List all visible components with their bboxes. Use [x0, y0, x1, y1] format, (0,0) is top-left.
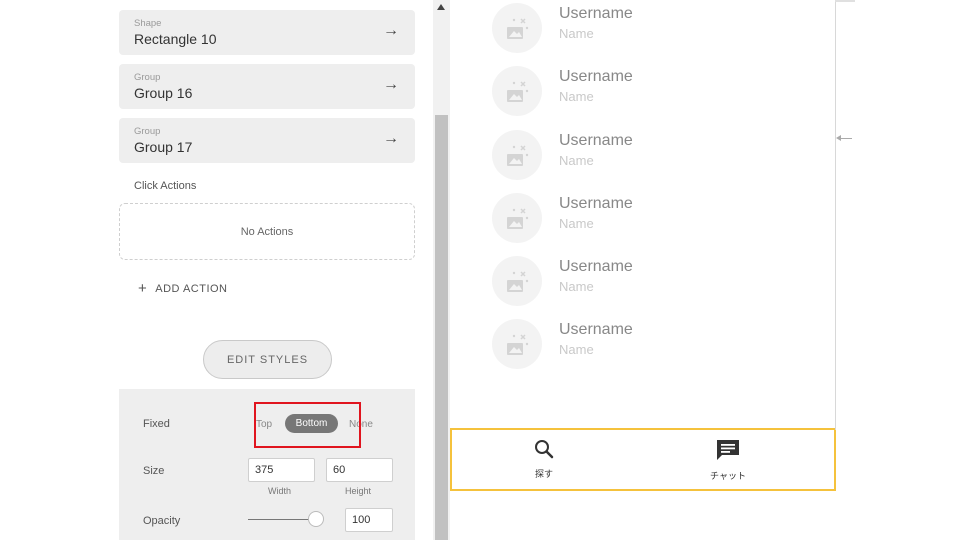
layer-card-group-17[interactable]: Group Group 17 →	[119, 118, 415, 163]
list-item[interactable]: Username Name	[492, 256, 772, 308]
broken-image-icon	[507, 81, 529, 102]
tab-search[interactable]: 探す	[514, 438, 574, 480]
scroll-up-arrow-icon[interactable]	[437, 4, 445, 10]
avatar	[492, 3, 542, 53]
app-root: Shape Rectangle 10 → Group Group 16 → Gr…	[0, 0, 960, 540]
broken-image-icon	[507, 145, 529, 166]
avatar	[492, 256, 542, 306]
size-label: Size	[143, 465, 165, 477]
arrow-right-icon[interactable]: →	[383, 22, 399, 40]
layer-name: Rectangle 10	[134, 31, 217, 47]
width-input[interactable]: 375	[248, 458, 315, 482]
click-actions-label: Click Actions	[134, 180, 197, 192]
chat-icon	[717, 440, 739, 460]
layer-kind: Shape	[134, 18, 162, 29]
tab-chat[interactable]: チャット	[698, 438, 758, 482]
username: Username	[559, 68, 633, 85]
layer-card-rectangle-10[interactable]: Shape Rectangle 10 →	[119, 10, 415, 55]
height-label: Height	[345, 486, 372, 496]
canvas-divider	[835, 0, 855, 2]
width-label: Width	[268, 486, 292, 496]
highlight-box	[254, 402, 361, 448]
list-item[interactable]: Username Name	[492, 66, 772, 118]
properties-panel: Shape Rectangle 10 → Group Group 16 → Gr…	[105, 0, 433, 540]
list-item[interactable]: Username Name	[492, 193, 772, 245]
user-name: Name	[559, 216, 594, 231]
layer-name: Group 16	[134, 85, 193, 101]
fixed-label: Fixed	[143, 418, 170, 430]
broken-image-icon	[507, 271, 529, 292]
edit-styles-button[interactable]: EDIT STYLES	[203, 340, 332, 379]
opacity-input[interactable]: 100	[345, 508, 393, 532]
tab-search-label: 探す	[534, 469, 553, 479]
opacity-slider-knob[interactable]	[308, 511, 324, 527]
layer-kind: Group	[134, 126, 161, 137]
arrow-right-icon[interactable]: →	[383, 130, 399, 148]
avatar	[492, 66, 542, 116]
search-icon	[535, 440, 554, 459]
panel-scrollbar[interactable]	[433, 0, 450, 540]
user-name: Name	[559, 89, 594, 104]
height-input[interactable]: 60	[326, 458, 393, 482]
user-name: Name	[559, 153, 594, 168]
bottom-tab-bar[interactable]: 探す チャット	[450, 428, 836, 491]
opacity-slider-track[interactable]	[248, 519, 316, 520]
broken-image-icon	[507, 18, 529, 39]
layer-name: Group 17	[134, 139, 193, 155]
layer-kind: Group	[134, 72, 161, 83]
arrow-right-icon[interactable]: →	[383, 76, 399, 94]
user-name: Name	[559, 26, 594, 41]
no-actions-box: No Actions	[119, 203, 415, 260]
username: Username	[559, 258, 633, 275]
avatar	[492, 319, 542, 369]
layer-card-group-16[interactable]: Group Group 16 →	[119, 64, 415, 109]
avatar	[492, 130, 542, 180]
username: Username	[559, 321, 633, 338]
no-actions-text: No Actions	[240, 225, 294, 238]
list-item[interactable]: Username Name	[492, 3, 772, 55]
username: Username	[559, 132, 633, 149]
scroll-thumb[interactable]	[435, 115, 448, 540]
list-item[interactable]: Username Name	[492, 130, 772, 182]
opacity-label: Opacity	[143, 515, 181, 527]
avatar	[492, 193, 542, 243]
user-name: Name	[559, 279, 594, 294]
phone-frame-edge	[835, 0, 836, 430]
add-action-button[interactable]: + ADD ACTION	[138, 280, 228, 297]
phone-canvas: Username Name Username Name Username Nam…	[450, 0, 836, 540]
username: Username	[559, 195, 633, 212]
tab-chat-label: チャット	[710, 471, 746, 481]
username: Username	[559, 5, 633, 22]
add-action-label: ADD ACTION	[155, 282, 228, 295]
broken-image-icon	[507, 334, 529, 355]
user-name: Name	[559, 342, 594, 357]
list-item[interactable]: Username Name	[492, 319, 772, 371]
connector-line	[838, 138, 852, 139]
edit-styles-label: EDIT STYLES	[226, 353, 309, 366]
broken-image-icon	[507, 208, 529, 229]
plus-icon: +	[138, 280, 148, 297]
